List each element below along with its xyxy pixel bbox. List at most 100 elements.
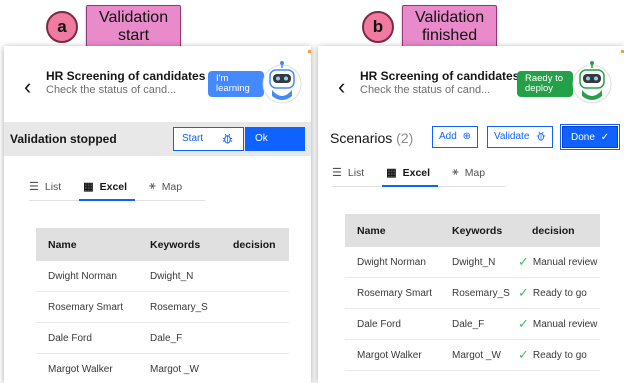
table-row[interactable]: Margot Walker Margot _W ✓ Ready to go: [345, 340, 600, 371]
header-keywords: Keywords: [150, 238, 201, 251]
scenarios-heading: Scenarios (2): [330, 130, 413, 146]
header-decision: decision: [532, 224, 575, 237]
decision-text: Manual review: [532, 318, 598, 330]
decision-text: Ready to go: [532, 287, 587, 299]
cell-keyword: Rosemary_S: [452, 287, 510, 299]
done-button[interactable]: Done ✓: [559, 124, 621, 150]
validate-button[interactable]: Validate: [487, 126, 554, 148]
cell-name: Margot Walker: [48, 363, 113, 375]
table-row[interactable]: Margot Walker Margot _W: [36, 354, 289, 383]
decision-text: Ready to go: [532, 349, 587, 361]
table-row[interactable]: Rosemary Smart Rosemary_S: [36, 292, 289, 323]
checkmark-icon: ✓: [600, 132, 610, 143]
scenarios-count: (2): [396, 130, 414, 146]
tab-excel-label: Excel: [99, 180, 128, 193]
robot-avatar-icon: [572, 61, 612, 104]
list-icon: ☰: [29, 181, 39, 193]
checkmark-icon: ✓: [518, 347, 529, 362]
tab-list-label: List: [347, 166, 365, 179]
robot-avatar-icon: [262, 61, 302, 104]
cell-keyword: Dale_F: [452, 318, 485, 330]
cell-keyword: Rosemary_S: [150, 301, 208, 313]
cell-decision: ✓ Manual review: [514, 254, 600, 270]
cell-keyword: Dale_F: [150, 332, 183, 344]
tab-map-label: Map: [161, 180, 183, 193]
candidates-table: Name Keywords decision Dwight Norman Dwi…: [36, 228, 289, 383]
table-row[interactable]: Rosemary Smart Rosemary_S ✓ Ready to go: [345, 278, 600, 309]
add-circle-icon: ⊕: [462, 131, 471, 142]
panel-validation-finished: ‹ HR Screening of candidates Check the s…: [318, 46, 624, 383]
step-a-badge: a Validation start: [46, 5, 182, 49]
ok-button[interactable]: Ok: [245, 127, 305, 151]
cell-name: Rosemary Smart: [357, 287, 433, 299]
decision-text: Manual review: [532, 256, 598, 268]
cell-keyword: Dwight_N: [150, 270, 194, 282]
start-button[interactable]: Start: [173, 127, 244, 151]
table-header: Name Keywords decision: [36, 228, 289, 261]
bug-icon: [222, 128, 233, 150]
step-b-badge: b Validation finished: [362, 5, 498, 49]
cell-name: Dale Ford: [357, 318, 401, 330]
table-row[interactable]: Dwight Norman Dwight_N: [36, 261, 289, 292]
table-row[interactable]: Dale Ford Dale_F: [36, 323, 289, 354]
header-decision: decision: [233, 238, 276, 251]
tab-excel[interactable]: ▦ Excel: [79, 180, 135, 201]
tab-excel[interactable]: ▦ Excel: [382, 166, 438, 187]
done-button-label: Done: [571, 132, 595, 143]
start-button-label: Start: [182, 133, 204, 144]
step-a-label-line2: start: [117, 27, 150, 44]
step-a-circle: a: [46, 11, 78, 43]
page-title: HR Screening of candidates: [360, 69, 520, 83]
cell-keyword: Dwight_N: [452, 256, 496, 268]
robot-speech-bubble: I'm learning: [208, 71, 264, 97]
scenarios-label: Scenarios: [330, 130, 393, 146]
tab-list[interactable]: ☰ List: [332, 166, 364, 186]
comparison-figure: a Validation start b Validation finished…: [0, 0, 624, 383]
cell-decision: ✓ Manual review: [514, 316, 600, 332]
cell-decision: ✓ Ready to go: [514, 347, 600, 363]
page-subtitle: Check the status of cand...: [360, 84, 491, 96]
step-b-circle: b: [362, 11, 394, 43]
table-icon: ▦: [386, 167, 397, 179]
cell-name: Dwight Norman: [357, 256, 426, 268]
add-button[interactable]: Add ⊕: [432, 126, 478, 148]
tab-excel-label: Excel: [402, 166, 431, 179]
tree-map-icon: ⚹: [452, 166, 459, 178]
step-a-label: Validation start: [86, 5, 182, 49]
table-header: Name Keywords decision: [345, 214, 600, 247]
cell-name: Dale Ford: [48, 332, 92, 344]
cell-decision: ✓ Ready to go: [514, 285, 600, 301]
cell-name: Margot Walker: [357, 349, 422, 361]
tab-list-label: List: [44, 180, 62, 193]
corner-accent: [308, 50, 311, 53]
table-row[interactable]: Dwight Norman Dwight_N ✓ Manual review: [345, 247, 600, 278]
list-icon: ☰: [332, 167, 342, 179]
step-b-label-line1: Validation: [415, 9, 485, 26]
header-name: Name: [357, 224, 386, 237]
table-icon: ▦: [83, 181, 94, 193]
page-title: HR Screening of candidates: [46, 69, 206, 83]
view-tabs: ☰ List ▦ Excel ⚹ Map: [332, 166, 506, 187]
tab-list[interactable]: ☰ List: [29, 180, 61, 200]
chevron-left-icon[interactable]: ‹: [338, 74, 345, 100]
checkmark-icon: ✓: [518, 316, 529, 331]
robot-message-line2: learning: [216, 83, 250, 94]
validation-status: Validation stopped: [10, 132, 117, 146]
panel-header: ‹ HR Screening of candidates Check the s…: [4, 61, 311, 112]
bug-icon: [536, 131, 546, 142]
chevron-left-icon[interactable]: ‹: [24, 74, 31, 100]
tab-map[interactable]: ⚹ Map: [452, 166, 485, 186]
validation-status-bar: Validation stopped Start Ok: [4, 122, 311, 156]
tree-map-icon: ⚹: [149, 180, 156, 192]
page-subtitle: Check the status of cand...: [46, 84, 177, 96]
panel-header: ‹ HR Screening of candidates Check the s…: [318, 61, 624, 112]
table-row[interactable]: Dale Ford Dale_F ✓ Manual review: [345, 309, 600, 340]
step-a-label-line1: Validation: [99, 9, 169, 26]
header-keywords: Keywords: [452, 224, 503, 237]
robot-message-line2: deploy: [525, 83, 553, 94]
checkmark-icon: ✓: [518, 285, 529, 300]
validate-button-label: Validate: [494, 131, 530, 142]
robot-speech-bubble: Raedy to deploy: [517, 71, 573, 97]
tab-map[interactable]: ⚹ Map: [149, 180, 182, 200]
view-tabs: ☰ List ▦ Excel ⚹ Map: [29, 180, 205, 201]
